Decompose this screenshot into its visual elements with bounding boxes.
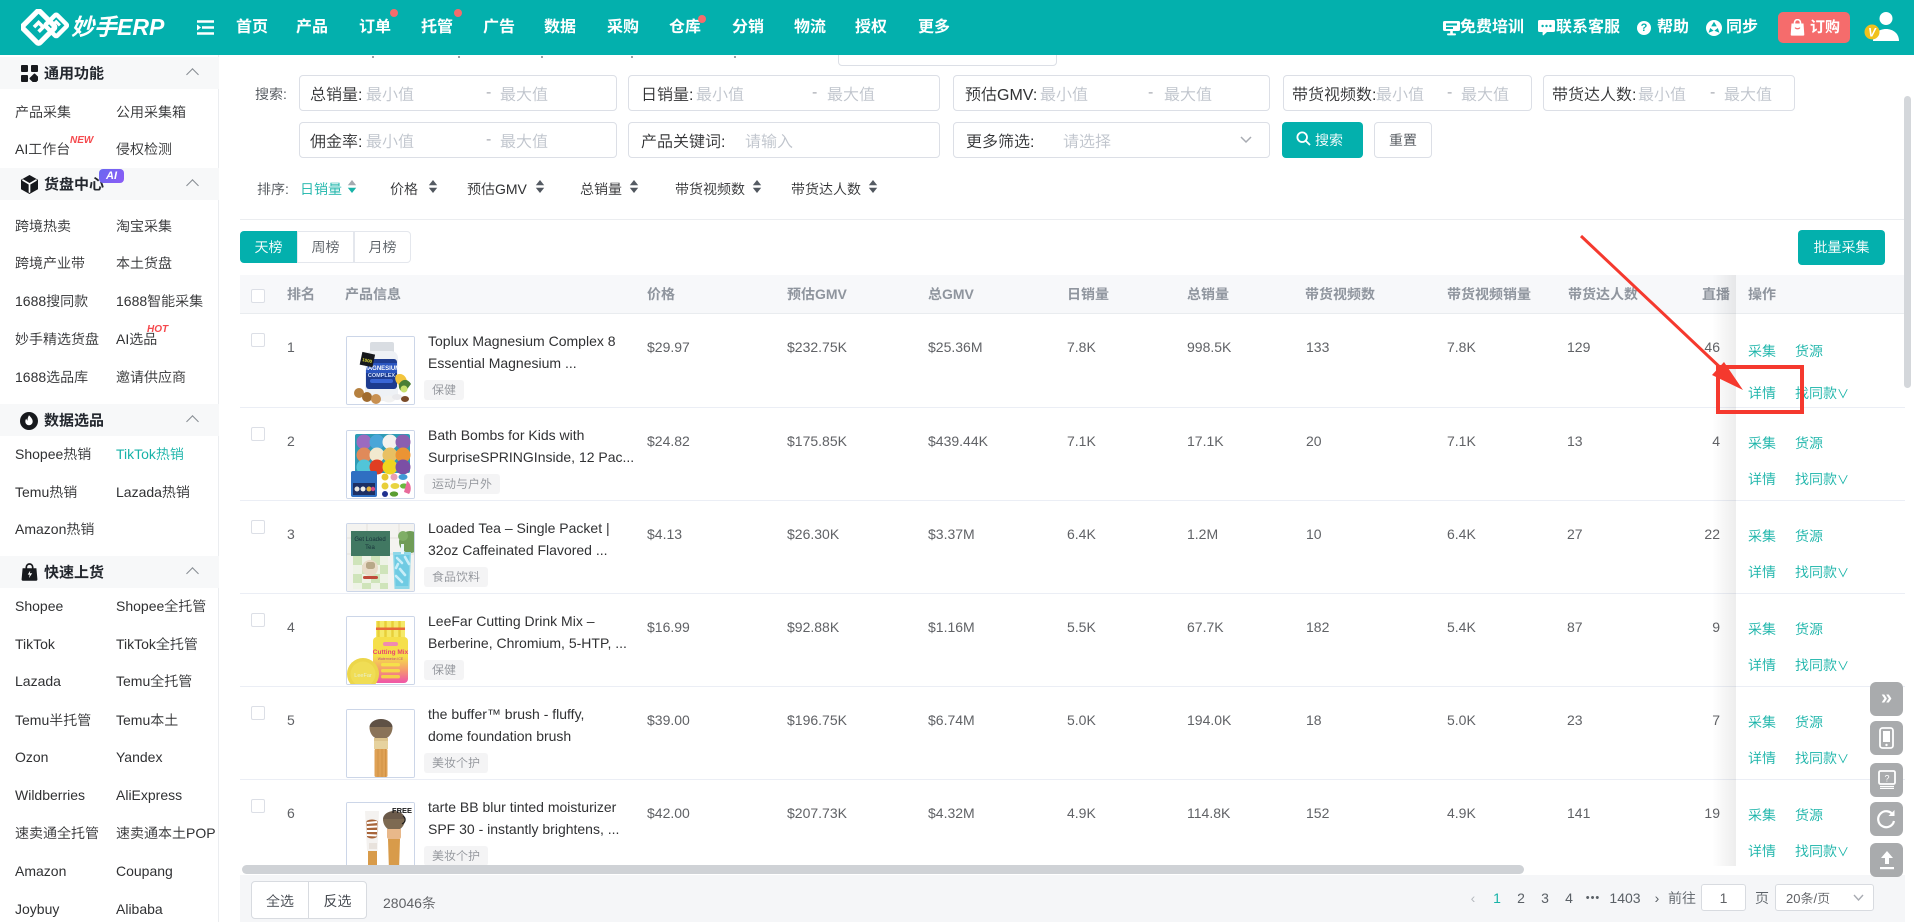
svg-text:MAGNESIUM: MAGNESIUM [363,366,400,372]
svg-text:Get Loaded: Get Loaded [354,537,385,543]
svg-text:Cutting Mix: Cutting Mix [373,649,409,656]
svg-text:COMPLEX: COMPLEX [368,373,396,379]
svg-text:FREE: FREE [392,806,412,815]
svg-text:V: V [1868,28,1877,40]
svg-text:Tea: Tea [365,545,375,551]
svg-text:?: ? [1884,774,1889,784]
svg-text:LeeFar: LeeFar [354,673,372,679]
svg-text:Watermelon ICE: Watermelon ICE [378,657,404,661]
